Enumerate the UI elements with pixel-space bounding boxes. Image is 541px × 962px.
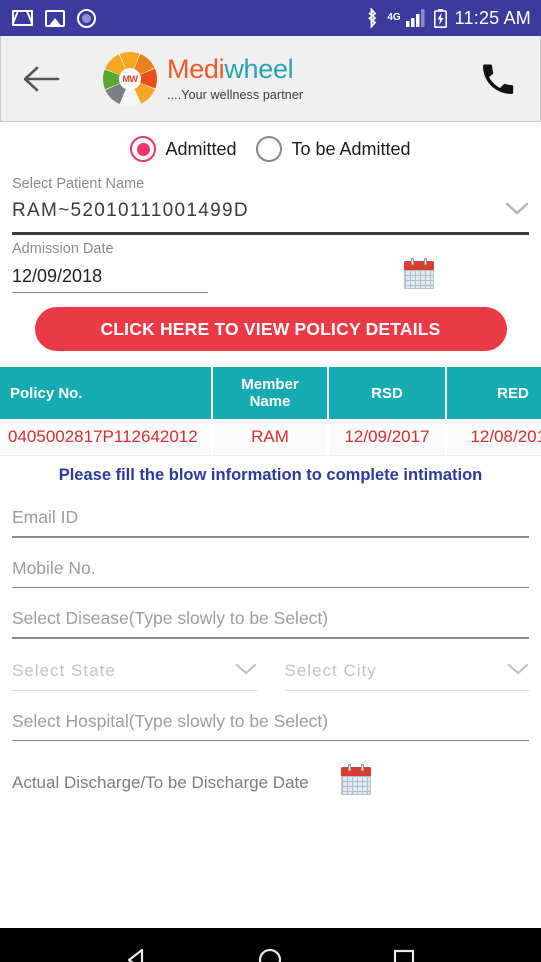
- disease-field[interactable]: Select Disease(Type slowly to be Select): [12, 592, 529, 643]
- admission-date-value: 12/09/2018: [12, 265, 103, 286]
- cell-policy-no: 0405002817P112642012: [0, 419, 213, 456]
- mobile-field[interactable]: Mobile No.: [12, 542, 529, 593]
- patient-select-underline: [12, 232, 529, 235]
- photos-icon: [45, 9, 65, 27]
- hospital-field[interactable]: Select Hospital(Type slowly to be Select…: [12, 695, 529, 746]
- admission-date-underline: [12, 291, 208, 293]
- table-header-member-name: Member Name: [212, 367, 329, 419]
- logo-center-label: MW: [119, 67, 141, 90]
- nav-home-icon[interactable]: [248, 938, 292, 962]
- view-policy-details-button[interactable]: CLICK HERE TO VIEW POLICY DETAILS: [34, 307, 507, 351]
- network-type-label: 4G: [387, 11, 401, 23]
- mobile-placeholder: Mobile No.: [12, 557, 96, 578]
- hospital-placeholder: Select Hospital(Type slowly to be Select…: [12, 710, 329, 731]
- app-root: 4G 11:25 AM MW Mediwheel ....Your wellne…: [0, 0, 541, 962]
- chevron-down-icon[interactable]: [235, 661, 257, 681]
- form-content: Admitted To be Admitted Select Patient N…: [0, 122, 541, 928]
- table-header-red: RED: [446, 367, 541, 419]
- brand-name-part1: Medi: [167, 53, 225, 84]
- status-bar: 4G 11:25 AM: [0, 0, 541, 36]
- radio-admitted-label: Admitted: [165, 138, 237, 159]
- city-select[interactable]: Select City: [284, 661, 530, 691]
- table-header-policy-no: Policy No.: [0, 367, 213, 419]
- bluetooth-icon: [368, 8, 377, 28]
- cell-rsd: 12/09/2017: [328, 419, 447, 456]
- admission-type-radio-group: Admitted To be Admitted: [12, 122, 529, 170]
- phone-icon[interactable]: [474, 55, 522, 103]
- state-city-row: Select State Select City: [12, 643, 529, 695]
- admission-date-label: Admission Date: [12, 241, 114, 257]
- radio-to-be-admitted-label: To be Admitted: [291, 138, 411, 159]
- patient-select[interactable]: RAM~52010111001499D: [12, 194, 529, 232]
- back-arrow-icon[interactable]: [19, 56, 65, 102]
- radio-option-admitted[interactable]: Admitted: [130, 136, 236, 162]
- notice-text: Please fill the blow information to comp…: [58, 466, 483, 484]
- brand-name-part2: wheel: [224, 53, 294, 84]
- discharge-date-label: Actual Discharge/To be Discharge Date: [12, 773, 309, 792]
- nav-back-icon[interactable]: [115, 938, 159, 962]
- admission-date-row: 12/09/2018: [12, 258, 529, 293]
- state-placeholder-row: Select State: [12, 661, 257, 690]
- table-header-rsd: RSD: [328, 367, 447, 419]
- brand-name: Mediwheel: [167, 53, 303, 84]
- brand-tagline: ....Your wellness partner: [167, 87, 304, 102]
- clock-label: 11:25 AM: [454, 7, 531, 28]
- city-placeholder: Select City: [284, 660, 377, 680]
- status-bar-right-icons: 4G 11:25 AM: [365, 8, 531, 29]
- admission-date-input[interactable]: 12/09/2018: [12, 262, 208, 293]
- table-row: 0405002817P112642012 RAM 12/09/2017 12/0…: [0, 419, 541, 456]
- chevron-down-icon[interactable]: [505, 202, 529, 221]
- battery-charging-icon: [433, 8, 447, 28]
- calendar-icon[interactable]: [404, 258, 434, 289]
- circle-record-icon: [77, 8, 96, 28]
- state-select[interactable]: Select State: [12, 661, 257, 691]
- disease-underline: [12, 637, 529, 639]
- city-placeholder-row: Select City: [285, 661, 530, 690]
- patient-select-value: RAM~52010111001499D: [12, 200, 249, 221]
- chevron-down-icon[interactable]: [507, 661, 529, 681]
- calendar-icon[interactable]: [340, 764, 371, 795]
- brand-logo: MW Mediwheel ....Your wellness partner: [103, 51, 304, 106]
- hospital-underline: [12, 739, 529, 741]
- state-placeholder: Select State: [12, 660, 116, 680]
- policy-table-wrapper[interactable]: Policy No. Member Name RSD RED 040500281…: [0, 367, 541, 456]
- radio-to-be-admitted-icon[interactable]: [256, 136, 283, 162]
- radio-option-to-be-admitted[interactable]: To be Admitted: [256, 136, 411, 162]
- city-underline: [284, 689, 529, 691]
- patient-select-label: Select Patient Name: [12, 176, 145, 192]
- discharge-date-row[interactable]: Actual Discharge/To be Discharge Date: [12, 745, 529, 799]
- cell-member-name: RAM: [212, 419, 329, 456]
- state-underline: [12, 689, 257, 691]
- brand-text: Mediwheel ....Your wellness partner: [167, 53, 304, 102]
- status-bar-left-icons: [12, 8, 96, 28]
- signal-bars-icon: [405, 9, 425, 27]
- nav-recents-icon[interactable]: [382, 938, 426, 962]
- radio-admitted-icon[interactable]: [130, 136, 157, 162]
- email-field[interactable]: Email ID: [12, 491, 529, 542]
- mobile-underline: [12, 586, 529, 588]
- policy-table: Policy No. Member Name RSD RED 040500281…: [0, 367, 541, 456]
- android-nav-bar: [0, 928, 541, 962]
- app-header: MW Mediwheel ....Your wellness partner: [0, 36, 541, 122]
- email-placeholder: Email ID: [12, 507, 79, 527]
- disease-placeholder: Select Disease(Type slowly to be Select): [12, 608, 329, 628]
- email-underline: [12, 536, 529, 538]
- cell-red: 12/08/2018: [446, 419, 541, 456]
- gmail-icon: [12, 10, 33, 26]
- table-header-row: Policy No. Member Name RSD RED: [0, 367, 541, 419]
- mediwheel-wheel-icon: MW: [103, 51, 157, 106]
